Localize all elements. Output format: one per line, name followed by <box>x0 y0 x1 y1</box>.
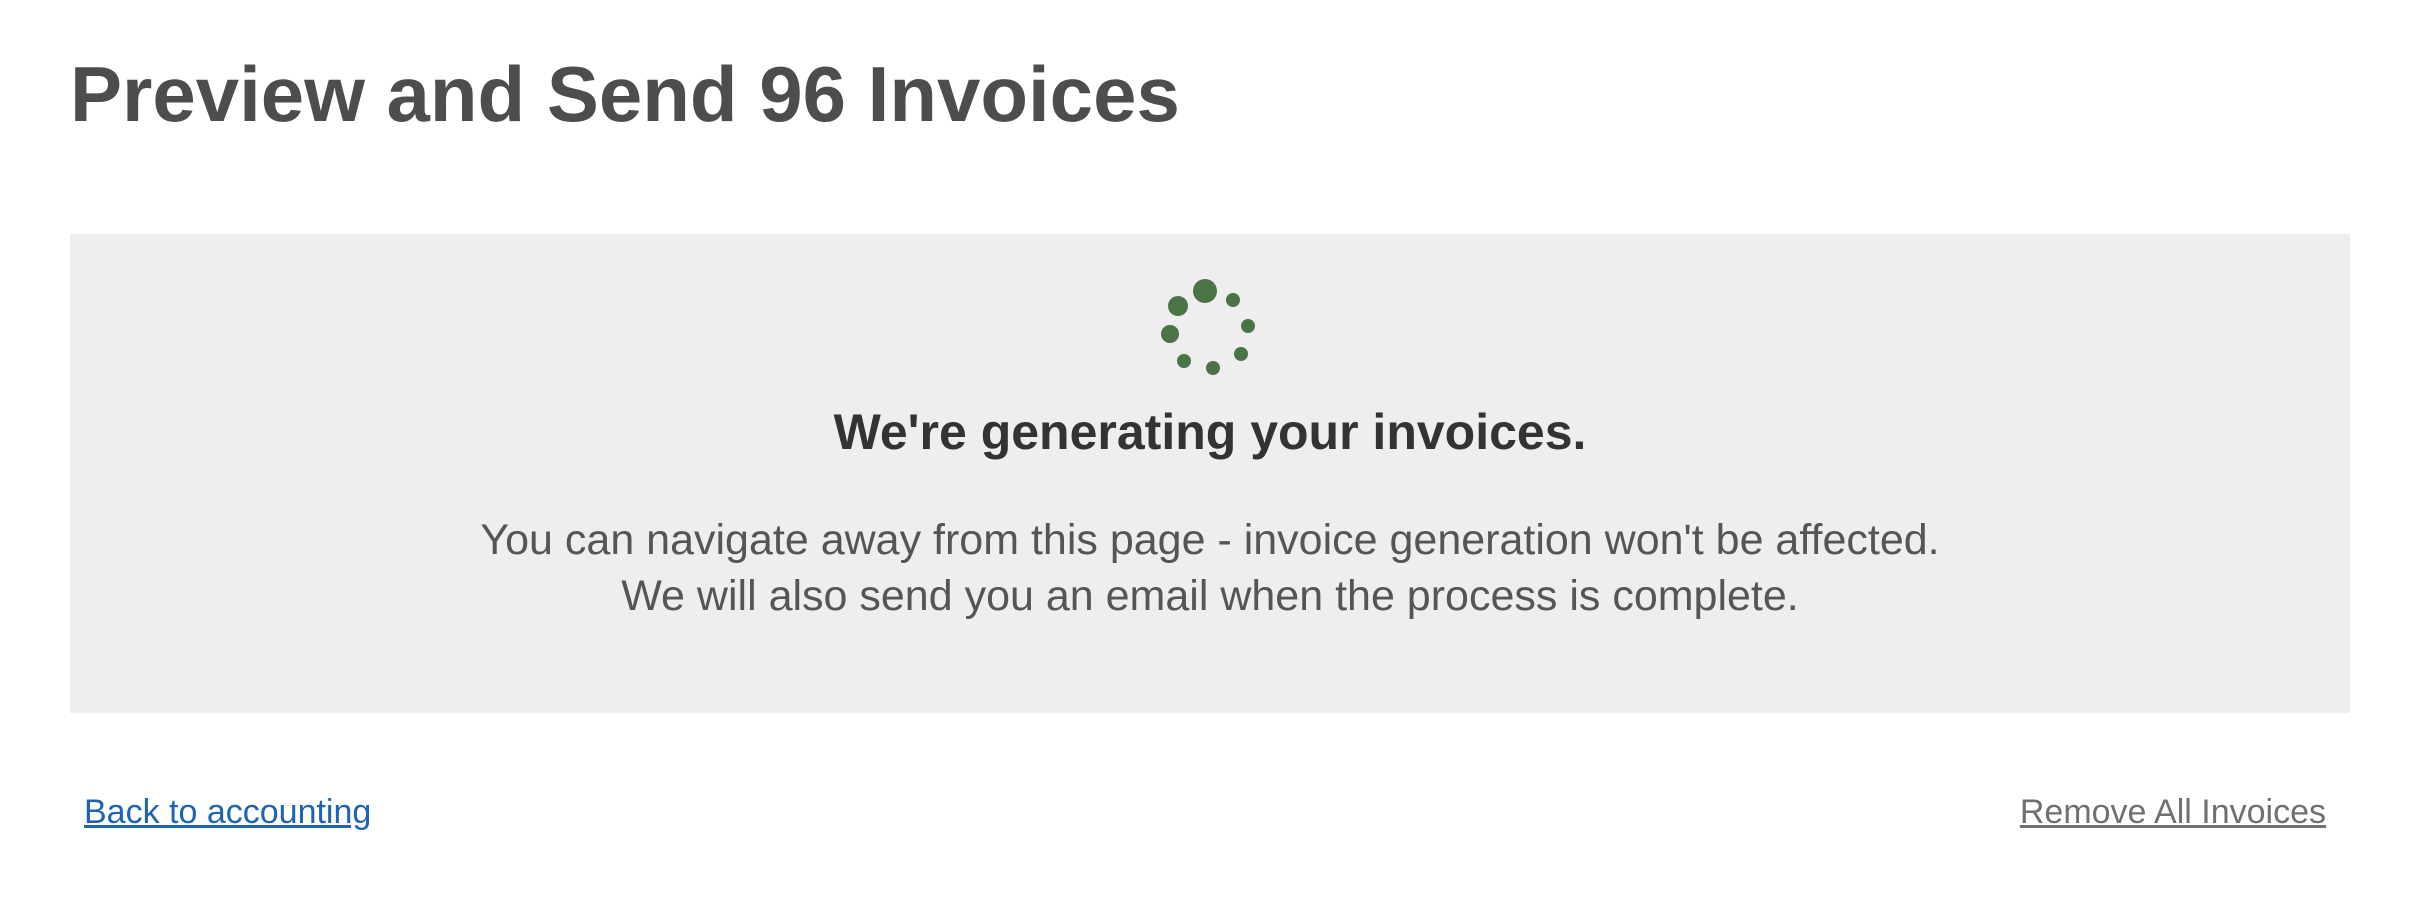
status-message-line-1: You can navigate away from this page - i… <box>480 516 1940 564</box>
loading-spinner-icon <box>1161 279 1255 375</box>
spinner-dot <box>1168 296 1188 316</box>
page-title: Preview and Send 96 Invoices <box>70 50 1180 138</box>
remove-all-invoices-link[interactable]: Remove All Invoices <box>2020 788 2326 836</box>
spinner-dot <box>1234 347 1248 361</box>
status-heading: We're generating your invoices. <box>833 404 1587 460</box>
spinner-dot <box>1161 325 1179 343</box>
spinner-dot <box>1177 354 1191 368</box>
spinner-dot <box>1241 319 1255 333</box>
status-message-line-2: We will also send you an email when the … <box>621 572 1799 620</box>
spinner-dot <box>1206 361 1220 375</box>
spinner-dot <box>1193 279 1217 303</box>
back-to-accounting-link[interactable]: Back to accounting <box>84 788 371 836</box>
spinner-dot <box>1226 293 1240 307</box>
